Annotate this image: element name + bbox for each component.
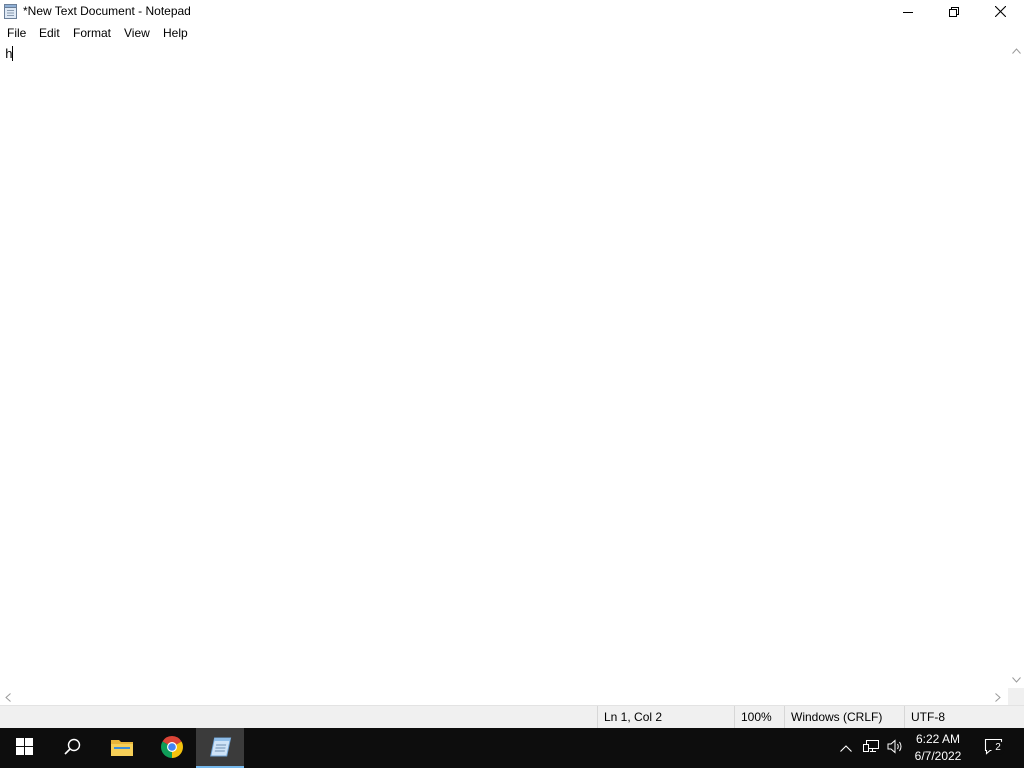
chrome-icon [160, 735, 184, 762]
close-icon [994, 6, 1006, 17]
chrome-button[interactable] [148, 728, 196, 768]
title-bar[interactable]: *New Text Document - Notepad [0, 0, 1024, 23]
menu-view[interactable]: View [121, 25, 153, 41]
show-hidden-icons-button[interactable] [836, 728, 856, 768]
search-button[interactable] [48, 728, 96, 768]
file-explorer-button[interactable] [98, 728, 146, 768]
volume-icon [887, 739, 904, 757]
menu-edit[interactable]: Edit [36, 25, 63, 41]
notepad-taskbar-button[interactable] [196, 728, 244, 768]
close-button[interactable] [977, 0, 1023, 23]
clock-date: 6/7/2022 [914, 749, 962, 763]
network-icon [862, 739, 880, 757]
scroll-down-icon[interactable] [1011, 676, 1021, 684]
notepad-icon [4, 4, 17, 19]
text-caret [12, 46, 13, 61]
start-button[interactable] [0, 728, 48, 768]
status-encoding: UTF-8 [904, 706, 1024, 728]
restore-button[interactable] [931, 0, 977, 23]
menu-format[interactable]: Format [70, 25, 114, 41]
vertical-scrollbar[interactable] [1008, 43, 1024, 688]
status-line-ending: Windows (CRLF) [784, 706, 904, 728]
horizontal-scrollbar[interactable] [0, 688, 1008, 705]
scroll-right-icon[interactable] [994, 692, 1002, 702]
window-title: *New Text Document - Notepad [23, 4, 191, 18]
notepad-icon [208, 736, 232, 761]
notification-count-badge: 2 [991, 741, 1005, 755]
status-cursor-position: Ln 1, Col 2 [597, 706, 734, 728]
status-bar: Ln 1, Col 2 100% Windows (CRLF) UTF-8 [0, 705, 1024, 728]
scroll-left-icon[interactable] [4, 692, 12, 702]
clock[interactable]: 6:22 AM 6/7/2022 [908, 731, 968, 765]
text-editor[interactable]: h [0, 43, 1008, 688]
volume-button[interactable] [884, 728, 906, 768]
file-explorer-icon [110, 737, 134, 760]
minimize-icon [903, 7, 913, 17]
menu-help[interactable]: Help [160, 25, 191, 41]
network-button[interactable] [860, 728, 882, 768]
search-icon [63, 738, 81, 758]
menu-bar: File Edit Format View Help [0, 23, 1024, 43]
minimize-button[interactable] [885, 0, 931, 23]
clock-time: 6:22 AM [915, 732, 961, 746]
chevron-up-icon [840, 741, 852, 755]
status-zoom: 100% [734, 706, 784, 728]
scrollbar-corner [1008, 688, 1024, 705]
menu-file[interactable]: File [4, 25, 29, 41]
windows-start-icon [15, 738, 33, 758]
scroll-up-icon[interactable] [1011, 47, 1021, 55]
restore-icon [949, 6, 959, 17]
taskbar: 6:22 AM 6/7/2022 [0, 728, 1024, 768]
